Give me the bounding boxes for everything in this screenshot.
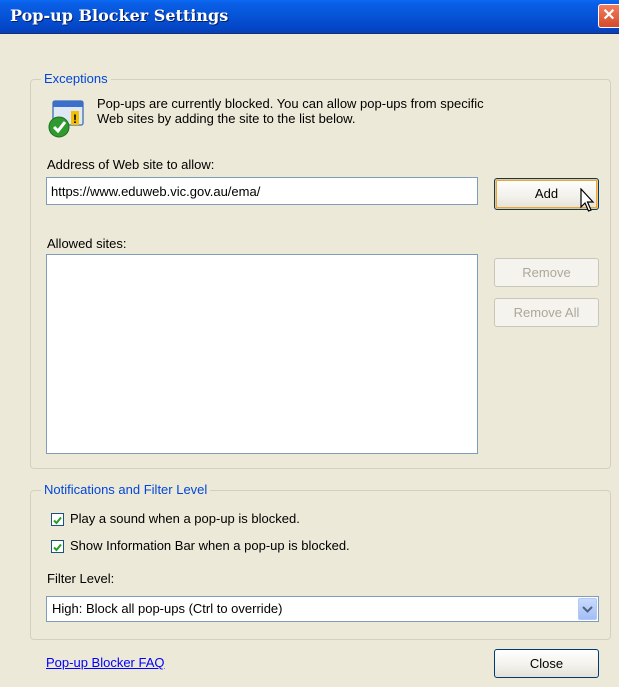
site-address-input[interactable] (46, 177, 478, 205)
info-line-2: Web sites by adding the site to the list… (97, 111, 356, 126)
filter-level-label: Filter Level: (47, 571, 115, 586)
allowed-sites-label: Allowed sites: (47, 236, 127, 251)
dropdown-arrow-icon[interactable] (578, 598, 597, 620)
notifications-legend: Notifications and Filter Level (41, 482, 211, 497)
close-window-icon[interactable]: ✕ (598, 4, 619, 28)
check-mark-icon (53, 543, 62, 552)
exceptions-legend: Exceptions (41, 71, 111, 86)
title-bar[interactable]: Pop-up Blocker Settings ✕ (0, 0, 619, 34)
shield-warning-icon: ! (48, 100, 84, 138)
play-sound-label[interactable]: Play a sound when a pop-up is blocked. (70, 511, 300, 526)
remove-button[interactable]: Remove (494, 258, 599, 287)
info-line-1: Pop-ups are currently blocked. You can a… (97, 96, 484, 111)
check-mark-icon (53, 516, 62, 525)
popup-blocker-dialog: Pop-up Blocker Settings ✕ Exceptions ! P… (0, 0, 619, 687)
filter-level-value: High: Block all pop-ups (Ctrl to overrid… (52, 601, 283, 616)
popup-blocker-faq-link[interactable]: Pop-up Blocker FAQ (46, 655, 165, 670)
show-info-bar-checkbox[interactable] (51, 540, 64, 553)
window-title: Pop-up Blocker Settings (10, 6, 229, 25)
close-button[interactable]: Close (494, 649, 599, 678)
filter-level-select[interactable]: High: Block all pop-ups (Ctrl to overrid… (46, 596, 599, 622)
address-label: Address of Web site to allow: (47, 157, 215, 172)
blocked-info-text: Pop-ups are currently blocked. You can a… (97, 96, 597, 126)
svg-text:!: ! (73, 112, 77, 126)
remove-all-button[interactable]: Remove All (494, 298, 599, 327)
play-sound-checkbox[interactable] (51, 513, 64, 526)
show-info-bar-label[interactable]: Show Information Bar when a pop-up is bl… (70, 538, 350, 553)
mouse-cursor-icon (580, 188, 595, 212)
allowed-sites-list[interactable] (46, 254, 478, 454)
